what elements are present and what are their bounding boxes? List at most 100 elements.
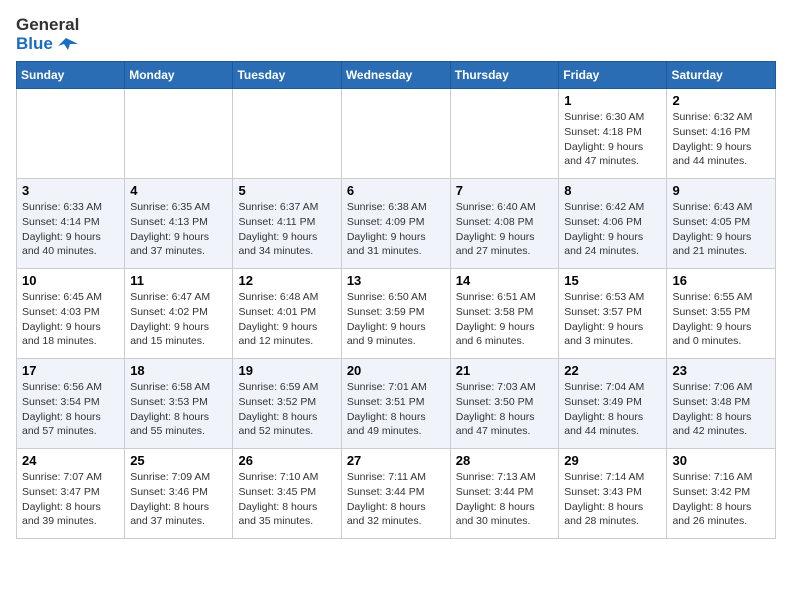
day-info: Sunrise: 6:38 AMSunset: 4:09 PMDaylight:… bbox=[347, 200, 445, 259]
calendar-day-cell: 15 Sunrise: 6:53 AMSunset: 3:57 PMDayligh… bbox=[559, 269, 667, 359]
day-info: Sunrise: 7:06 AMSunset: 3:48 PMDaylight:… bbox=[672, 380, 770, 439]
day-info: Sunrise: 6:48 AMSunset: 4:01 PMDaylight:… bbox=[238, 290, 335, 349]
day-info: Sunrise: 7:16 AMSunset: 3:42 PMDaylight:… bbox=[672, 470, 770, 529]
calendar-week-row: 10 Sunrise: 6:45 AMSunset: 4:03 PMDayligh… bbox=[17, 269, 776, 359]
day-number: 1 bbox=[564, 93, 661, 108]
day-number: 13 bbox=[347, 273, 445, 288]
day-info: Sunrise: 7:14 AMSunset: 3:43 PMDaylight:… bbox=[564, 470, 661, 529]
day-info: Sunrise: 6:35 AMSunset: 4:13 PMDaylight:… bbox=[130, 200, 227, 259]
day-info: Sunrise: 7:11 AMSunset: 3:44 PMDaylight:… bbox=[347, 470, 445, 529]
day-info: Sunrise: 7:10 AMSunset: 3:45 PMDaylight:… bbox=[238, 470, 335, 529]
calendar-day-cell: 22 Sunrise: 7:04 AMSunset: 3:49 PMDayligh… bbox=[559, 359, 667, 449]
day-number: 22 bbox=[564, 363, 661, 378]
day-number: 10 bbox=[22, 273, 119, 288]
calendar-day-cell: 9 Sunrise: 6:43 AMSunset: 4:05 PMDaylight… bbox=[667, 179, 776, 269]
calendar-day-cell: 12 Sunrise: 6:48 AMSunset: 4:01 PMDayligh… bbox=[233, 269, 341, 359]
calendar-day-cell: 28 Sunrise: 7:13 AMSunset: 3:44 PMDayligh… bbox=[450, 449, 559, 539]
day-info: Sunrise: 7:07 AMSunset: 3:47 PMDaylight:… bbox=[22, 470, 119, 529]
calendar-day-cell: 30 Sunrise: 7:16 AMSunset: 3:42 PMDayligh… bbox=[667, 449, 776, 539]
day-info: Sunrise: 7:13 AMSunset: 3:44 PMDaylight:… bbox=[456, 470, 554, 529]
calendar-week-row: 17 Sunrise: 6:56 AMSunset: 3:54 PMDayligh… bbox=[17, 359, 776, 449]
calendar-day-cell: 24 Sunrise: 7:07 AMSunset: 3:47 PMDayligh… bbox=[17, 449, 125, 539]
day-number: 4 bbox=[130, 183, 227, 198]
day-info: Sunrise: 7:09 AMSunset: 3:46 PMDaylight:… bbox=[130, 470, 227, 529]
calendar-table: SundayMondayTuesdayWednesdayThursdayFrid… bbox=[16, 61, 776, 539]
calendar-day-cell bbox=[125, 89, 233, 179]
calendar-day-cell: 29 Sunrise: 7:14 AMSunset: 3:43 PMDayligh… bbox=[559, 449, 667, 539]
day-number: 23 bbox=[672, 363, 770, 378]
day-info: Sunrise: 7:01 AMSunset: 3:51 PMDaylight:… bbox=[347, 380, 445, 439]
day-info: Sunrise: 6:56 AMSunset: 3:54 PMDaylight:… bbox=[22, 380, 119, 439]
calendar-day-cell: 4 Sunrise: 6:35 AMSunset: 4:13 PMDaylight… bbox=[125, 179, 233, 269]
calendar-day-cell bbox=[341, 89, 450, 179]
calendar-day-cell: 1 Sunrise: 6:30 AMSunset: 4:18 PMDaylight… bbox=[559, 89, 667, 179]
day-number: 14 bbox=[456, 273, 554, 288]
day-number: 15 bbox=[564, 273, 661, 288]
day-info: Sunrise: 6:58 AMSunset: 3:53 PMDaylight:… bbox=[130, 380, 227, 439]
logo-blue: Blue bbox=[16, 35, 79, 54]
day-number: 28 bbox=[456, 453, 554, 468]
calendar-week-row: 1 Sunrise: 6:30 AMSunset: 4:18 PMDaylight… bbox=[17, 89, 776, 179]
day-info: Sunrise: 6:50 AMSunset: 3:59 PMDaylight:… bbox=[347, 290, 445, 349]
day-info: Sunrise: 6:43 AMSunset: 4:05 PMDaylight:… bbox=[672, 200, 770, 259]
weekday-header: Saturday bbox=[667, 62, 776, 89]
calendar-day-cell: 5 Sunrise: 6:37 AMSunset: 4:11 PMDaylight… bbox=[233, 179, 341, 269]
day-number: 11 bbox=[130, 273, 227, 288]
day-info: Sunrise: 6:45 AMSunset: 4:03 PMDaylight:… bbox=[22, 290, 119, 349]
logo-bird-icon bbox=[58, 36, 78, 52]
calendar-day-cell: 26Sunrise: 7:10 AMSunset: 3:45 PMDayligh… bbox=[233, 449, 341, 539]
calendar-day-cell: 14Sunrise: 6:51 AMSunset: 3:58 PMDayligh… bbox=[450, 269, 559, 359]
logo-general: General bbox=[16, 16, 79, 35]
day-number: 30 bbox=[672, 453, 770, 468]
day-info: Sunrise: 6:42 AMSunset: 4:06 PMDaylight:… bbox=[564, 200, 661, 259]
day-info: Sunrise: 6:55 AMSunset: 3:55 PMDaylight:… bbox=[672, 290, 770, 349]
calendar-header-row: SundayMondayTuesdayWednesdayThursdayFrid… bbox=[17, 62, 776, 89]
calendar-day-cell: 2Sunrise: 6:32 AMSunset: 4:16 PMDaylight… bbox=[667, 89, 776, 179]
calendar-day-cell: 6Sunrise: 6:38 AMSunset: 4:09 PMDaylight… bbox=[341, 179, 450, 269]
weekday-header: Wednesday bbox=[341, 62, 450, 89]
weekday-header: Thursday bbox=[450, 62, 559, 89]
calendar-week-row: 24 Sunrise: 7:07 AMSunset: 3:47 PMDayligh… bbox=[17, 449, 776, 539]
day-number: 18 bbox=[130, 363, 227, 378]
calendar-day-cell: 13 Sunrise: 6:50 AMSunset: 3:59 PMDayligh… bbox=[341, 269, 450, 359]
day-info: Sunrise: 6:59 AMSunset: 3:52 PMDaylight:… bbox=[238, 380, 335, 439]
day-info: Sunrise: 6:33 AMSunset: 4:14 PMDaylight:… bbox=[22, 200, 119, 259]
day-info: Sunrise: 7:04 AMSunset: 3:49 PMDaylight:… bbox=[564, 380, 661, 439]
calendar-day-cell: 19 Sunrise: 6:59 AMSunset: 3:52 PMDayligh… bbox=[233, 359, 341, 449]
calendar-week-row: 3 Sunrise: 6:33 AMSunset: 4:14 PMDaylight… bbox=[17, 179, 776, 269]
calendar-day-cell: 3 Sunrise: 6:33 AMSunset: 4:14 PMDaylight… bbox=[17, 179, 125, 269]
logo: General Blue bbox=[16, 16, 79, 53]
calendar-day-cell: 7 Sunrise: 6:40 AMSunset: 4:08 PMDaylight… bbox=[450, 179, 559, 269]
day-info: Sunrise: 6:37 AMSunset: 4:11 PMDaylight:… bbox=[238, 200, 335, 259]
day-info: Sunrise: 6:32 AMSunset: 4:16 PMDaylight:… bbox=[672, 110, 770, 169]
day-info: Sunrise: 6:47 AMSunset: 4:02 PMDaylight:… bbox=[130, 290, 227, 349]
calendar-day-cell bbox=[450, 89, 559, 179]
day-number: 3 bbox=[22, 183, 119, 198]
day-number: 5 bbox=[238, 183, 335, 198]
day-number: 12 bbox=[238, 273, 335, 288]
day-number: 29 bbox=[564, 453, 661, 468]
day-info: Sunrise: 6:40 AMSunset: 4:08 PMDaylight:… bbox=[456, 200, 554, 259]
day-number: 7 bbox=[456, 183, 554, 198]
day-info: Sunrise: 6:53 AMSunset: 3:57 PMDaylight:… bbox=[564, 290, 661, 349]
day-number: 9 bbox=[672, 183, 770, 198]
day-number: 21 bbox=[456, 363, 554, 378]
page-header: General Blue bbox=[16, 16, 776, 53]
calendar-day-cell: 11 Sunrise: 6:47 AMSunset: 4:02 PMDayligh… bbox=[125, 269, 233, 359]
calendar-day-cell bbox=[17, 89, 125, 179]
weekday-header: Tuesday bbox=[233, 62, 341, 89]
day-number: 19 bbox=[238, 363, 335, 378]
day-number: 27 bbox=[347, 453, 445, 468]
day-info: Sunrise: 6:30 AMSunset: 4:18 PMDaylight:… bbox=[564, 110, 661, 169]
calendar-day-cell: 8Sunrise: 6:42 AMSunset: 4:06 PMDaylight… bbox=[559, 179, 667, 269]
calendar-day-cell: 18 Sunrise: 6:58 AMSunset: 3:53 PMDayligh… bbox=[125, 359, 233, 449]
day-number: 24 bbox=[22, 453, 119, 468]
calendar-day-cell: 21Sunrise: 7:03 AMSunset: 3:50 PMDayligh… bbox=[450, 359, 559, 449]
weekday-header: Sunday bbox=[17, 62, 125, 89]
day-number: 17 bbox=[22, 363, 119, 378]
calendar-day-cell: 23 Sunrise: 7:06 AMSunset: 3:48 PMDayligh… bbox=[667, 359, 776, 449]
calendar-day-cell: 10 Sunrise: 6:45 AMSunset: 4:03 PMDayligh… bbox=[17, 269, 125, 359]
calendar-day-cell: 17 Sunrise: 6:56 AMSunset: 3:54 PMDayligh… bbox=[17, 359, 125, 449]
calendar-day-cell bbox=[233, 89, 341, 179]
calendar-day-cell: 16Sunrise: 6:55 AMSunset: 3:55 PMDayligh… bbox=[667, 269, 776, 359]
